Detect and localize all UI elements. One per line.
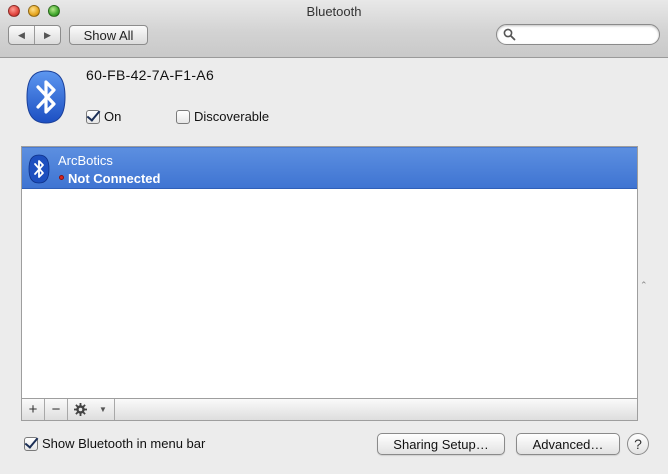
bluetooth-icon bbox=[28, 154, 50, 184]
devices-list[interactable]: ArcBotics Not Connected bbox=[21, 146, 638, 399]
window-titlebar: Bluetooth ◀ ▶ Show All bbox=[0, 0, 668, 58]
add-device-button[interactable]: + bbox=[22, 399, 45, 420]
device-address: 60-FB-42-7A-F1-A6 bbox=[86, 67, 215, 83]
forward-button[interactable]: ▶ bbox=[34, 26, 60, 44]
list-item[interactable]: ArcBotics Not Connected bbox=[22, 147, 637, 189]
on-label: On bbox=[104, 109, 122, 124]
device-name: ArcBotics bbox=[58, 153, 113, 168]
advanced-button[interactable]: Advanced… bbox=[516, 433, 620, 455]
bluetooth-icon bbox=[26, 70, 66, 124]
menu-bar-checkbox-row[interactable]: Show Bluetooth in menu bar bbox=[24, 436, 205, 451]
discoverable-checkbox[interactable] bbox=[176, 109, 190, 124]
chevron-down-icon: ▼ bbox=[99, 405, 107, 414]
status-indicator bbox=[59, 175, 64, 180]
search-icon bbox=[503, 28, 516, 41]
gear-icon bbox=[74, 403, 87, 416]
sharing-setup-button[interactable]: Sharing Setup… bbox=[377, 433, 505, 455]
show-in-menu-bar-checkbox[interactable] bbox=[24, 436, 38, 451]
on-checkbox[interactable] bbox=[86, 109, 100, 124]
window-title: Bluetooth bbox=[306, 4, 362, 19]
menu-bar-label: Show Bluetooth in menu bar bbox=[42, 436, 206, 451]
search-field[interactable] bbox=[496, 24, 660, 45]
help-button[interactable]: ? bbox=[627, 433, 649, 455]
discoverable-label: Discoverable bbox=[194, 109, 270, 124]
list-action-bar: + − ▼ bbox=[21, 399, 638, 421]
search-input[interactable] bbox=[519, 27, 653, 42]
device-status: Not Connected bbox=[68, 171, 161, 186]
discoverable-checkbox-row[interactable]: Discoverable bbox=[176, 109, 269, 124]
show-all-button[interactable]: Show All bbox=[69, 25, 148, 45]
resize-handle[interactable]: ⌃ bbox=[640, 280, 648, 291]
remove-device-button[interactable]: − bbox=[45, 399, 68, 420]
back-button[interactable]: ◀ bbox=[9, 26, 34, 44]
back-forward-control: ◀ ▶ bbox=[8, 25, 61, 45]
action-menu-button[interactable]: ▼ bbox=[68, 399, 115, 420]
on-checkbox-row[interactable]: On bbox=[86, 109, 121, 124]
